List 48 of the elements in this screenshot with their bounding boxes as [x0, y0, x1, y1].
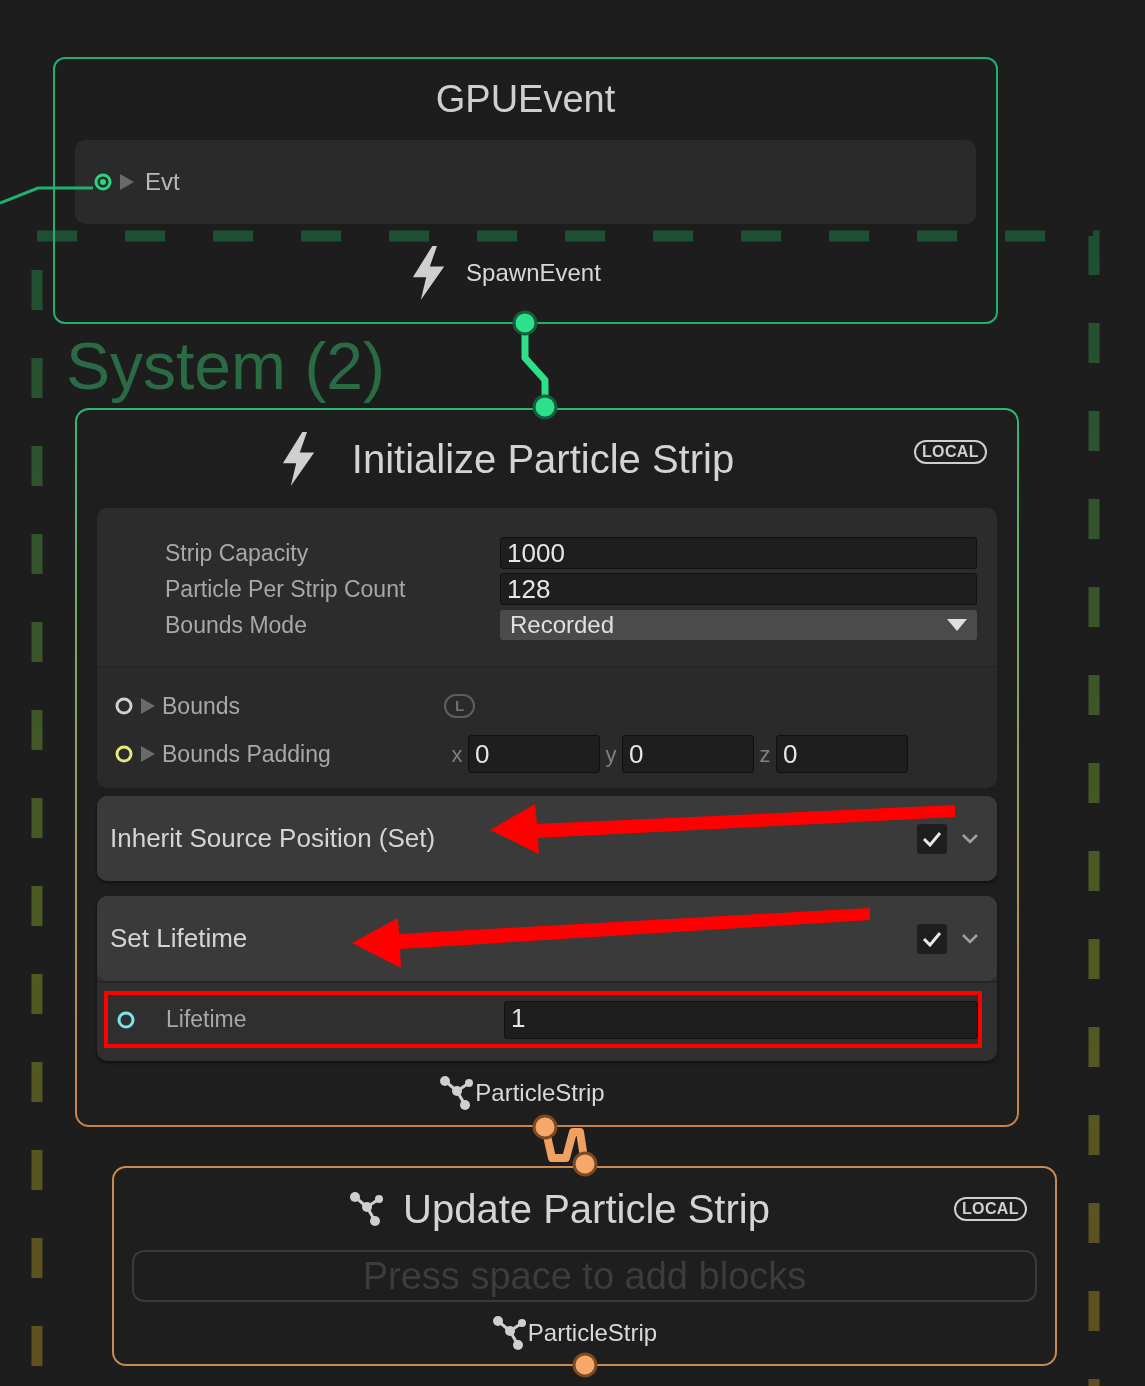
- check-icon: [922, 830, 942, 847]
- number-field[interactable]: 128: [500, 573, 977, 605]
- block-title: Set Lifetime: [110, 922, 249, 955]
- expand-triangle-icon: [140, 745, 156, 763]
- port-label: Evt: [145, 167, 180, 197]
- output-label: SpawnEvent: [466, 258, 601, 288]
- field-label: Bounds Mode: [164, 610, 308, 640]
- dropdown-value: Recorded: [510, 610, 615, 640]
- number-field[interactable]: 0: [776, 735, 908, 773]
- axis-label: z: [758, 740, 772, 769]
- number-field[interactable]: 0: [622, 735, 754, 773]
- expand-triangle-icon: [119, 173, 135, 191]
- expand-triangle-icon: [140, 697, 156, 715]
- system-title: System (2): [66, 328, 386, 404]
- output-label: ParticleStrip: [527, 1318, 658, 1348]
- port-ring-icon: [114, 696, 134, 716]
- chevron-down-icon: [961, 932, 979, 945]
- port-ring-icon: [93, 172, 113, 192]
- check-icon: [922, 930, 942, 947]
- output-label: ParticleStrip: [475, 1078, 605, 1108]
- property-label: Lifetime: [165, 1005, 248, 1035]
- local-badge: LOCAL: [953, 1197, 1027, 1221]
- mode-dropdown[interactable]: Recorded: [500, 610, 977, 640]
- dropdown-caret-icon: [947, 619, 967, 631]
- number-field[interactable]: 1000: [500, 537, 977, 569]
- axis-label: x: [450, 740, 464, 769]
- number-field[interactable]: 1: [504, 1000, 978, 1039]
- node-graph-icon: [439, 1075, 476, 1111]
- enable-checkbox[interactable]: [917, 923, 947, 954]
- node-title: GPUEvent: [434, 77, 617, 122]
- field-label: Particle Per Strip Count: [164, 574, 407, 604]
- port-label: Bounds Padding: [162, 739, 332, 769]
- node-title: Update Particle Strip: [403, 1186, 770, 1233]
- number-field[interactable]: 0: [468, 735, 600, 773]
- node-title: Initialize Particle Strip: [351, 436, 735, 483]
- axis-label: y: [604, 740, 618, 769]
- port-ring-icon: [116, 1009, 136, 1030]
- port-label: Bounds: [162, 691, 241, 721]
- connection-wire: [541, 1126, 589, 1165]
- port-ring-icon: [114, 744, 134, 764]
- local-badge: LOCAL: [913, 440, 987, 464]
- node-graph-icon: [349, 1191, 386, 1227]
- enable-checkbox[interactable]: [917, 823, 947, 854]
- node-graph-icon: [491, 1315, 528, 1351]
- chevron-down-icon: [961, 832, 979, 845]
- space-badge: L: [444, 694, 476, 718]
- field-label: Strip Capacity: [164, 538, 310, 568]
- block-title: Inherit Source Position (Set): [110, 822, 437, 855]
